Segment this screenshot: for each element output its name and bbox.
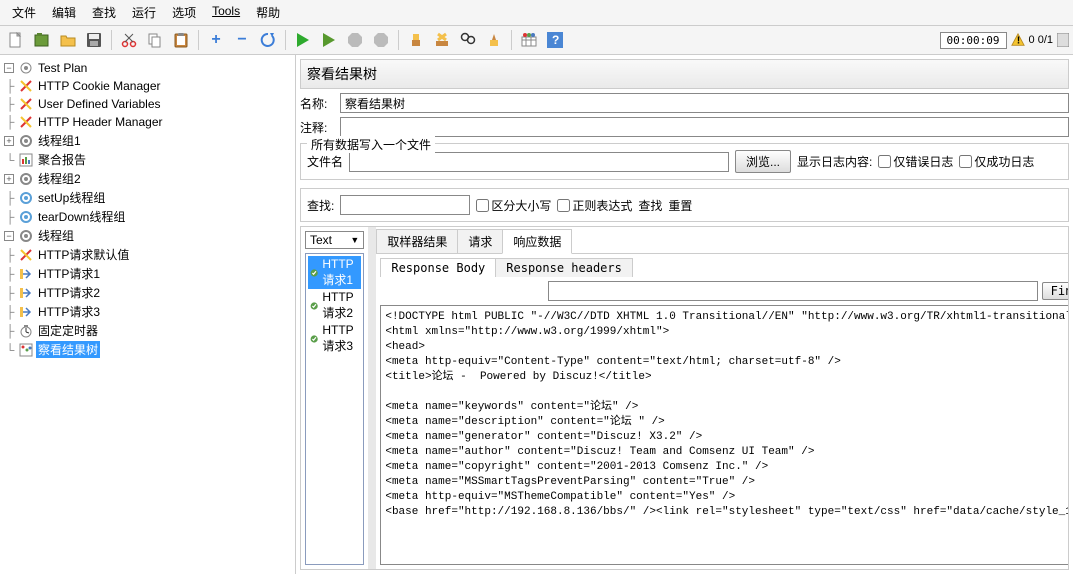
show-log-label: 显示日志内容: — [797, 153, 872, 170]
tree-root[interactable]: −Test Plan — [0, 59, 295, 77]
tab-sampler-result[interactable]: 取样器结果 — [376, 229, 458, 253]
samples-pane: Text▼ HTTP请求1 HTTP请求2 HTTP请求3 — [301, 227, 372, 569]
start-no-pause-icon[interactable] — [317, 28, 341, 52]
menu-options[interactable]: 选项 — [164, 2, 204, 23]
tree-teardown[interactable]: ├tearDown线程组 — [0, 207, 295, 226]
element-panel: 察看结果树 名称: 注释: 所有数据写入一个文件 文件名 浏览... 显示日志内… — [296, 55, 1073, 574]
open-icon[interactable] — [56, 28, 80, 52]
sample-item-3[interactable]: HTTP请求3 — [308, 322, 361, 355]
comment-label: 注释: — [300, 119, 336, 136]
tree-cookie-manager[interactable]: ├HTTP Cookie Manager — [0, 77, 295, 95]
svg-text:?: ? — [552, 33, 559, 47]
find-button[interactable]: Find — [1042, 282, 1069, 300]
search-panel: 查找: 区分大小写 正则表达式 查找 重置 — [300, 188, 1069, 222]
shutdown-icon[interactable] — [369, 28, 393, 52]
tab-response-data[interactable]: 响应数据 — [502, 229, 572, 254]
tree-user-vars[interactable]: ├User Defined Variables — [0, 95, 295, 113]
stop-icon[interactable] — [343, 28, 367, 52]
elapsed-timer: 00:00:09 — [940, 32, 1007, 49]
warning-icon[interactable]: ! — [1011, 33, 1025, 47]
regex-checkbox[interactable]: 正则表达式 — [557, 197, 632, 214]
save-icon[interactable] — [82, 28, 106, 52]
copy-icon[interactable] — [143, 28, 167, 52]
tree-header-manager[interactable]: ├HTTP Header Manager — [0, 113, 295, 131]
templates-icon[interactable] — [30, 28, 54, 52]
svg-text:!: ! — [1016, 35, 1020, 47]
thread-counter: 0 0/1 — [1029, 34, 1053, 46]
comment-input[interactable] — [340, 117, 1069, 137]
filename-label: 文件名 — [307, 153, 343, 170]
tree-timer[interactable]: ├固定定时器 — [0, 321, 295, 340]
tree-http2[interactable]: ├HTTP请求2 — [0, 283, 295, 302]
tree-threadgroup[interactable]: −线程组 — [0, 226, 295, 245]
function-helper-icon[interactable] — [517, 28, 541, 52]
menu-run[interactable]: 运行 — [124, 2, 164, 23]
test-plan-tree[interactable]: −Test Plan ├HTTP Cookie Manager ├User De… — [0, 55, 296, 574]
threads-icon — [1057, 33, 1069, 47]
sample-item-2[interactable]: HTTP请求2 — [308, 289, 361, 322]
paste-icon[interactable] — [169, 28, 193, 52]
sample-list[interactable]: HTTP请求1 HTTP请求2 HTTP请求3 — [305, 253, 364, 565]
sample-item-1[interactable]: HTTP请求1 — [308, 256, 361, 289]
name-label: 名称: — [300, 95, 336, 112]
reset-search-icon[interactable] — [482, 28, 506, 52]
menu-search[interactable]: 查找 — [84, 2, 124, 23]
help-icon[interactable]: ? — [543, 28, 567, 52]
expand-icon[interactable]: + — [204, 28, 228, 52]
tree-threadgroup2[interactable]: +线程组2 — [0, 169, 295, 188]
response-body-text[interactable]: <!DOCTYPE html PUBLIC "-//W3C//DTD XHTML… — [380, 305, 1069, 565]
subtab-body[interactable]: Response Body — [380, 258, 496, 277]
start-icon[interactable] — [291, 28, 315, 52]
subtab-headers[interactable]: Response headers — [495, 258, 633, 277]
tree-threadgroup1[interactable]: +线程组1 — [0, 131, 295, 150]
menu-bar: 文件 编辑 查找 运行 选项 Tools 帮助 — [0, 0, 1073, 26]
case-checkbox[interactable]: 区分大小写 — [476, 197, 551, 214]
clear-all-icon[interactable] — [430, 28, 454, 52]
menu-file[interactable]: 文件 — [4, 2, 44, 23]
clear-icon[interactable] — [404, 28, 428, 52]
filename-input[interactable] — [349, 152, 729, 172]
tree-http-defaults[interactable]: ├HTTP请求默认值 — [0, 245, 295, 264]
name-input[interactable] — [340, 93, 1069, 113]
collapse-icon[interactable]: − — [230, 28, 254, 52]
tree-results-tree[interactable]: └察看结果树 — [0, 340, 295, 359]
new-file-icon[interactable] — [4, 28, 28, 52]
menu-edit[interactable]: 编辑 — [44, 2, 84, 23]
panel-title: 察看结果树 — [300, 59, 1069, 89]
browse-button[interactable]: 浏览... — [735, 150, 791, 173]
reset-button[interactable]: 重置 — [668, 197, 692, 214]
search-label: 查找: — [307, 197, 334, 214]
tree-http1[interactable]: ├HTTP请求1 — [0, 264, 295, 283]
toolbar: + − ? 00:00:09 ! 0 0/1 — [0, 26, 1073, 55]
search-input[interactable] — [340, 195, 470, 215]
tree-aggregate[interactable]: └聚合报告 — [0, 150, 295, 169]
tree-setup[interactable]: ├setUp线程组 — [0, 188, 295, 207]
menu-help[interactable]: 帮助 — [248, 2, 288, 23]
cut-icon[interactable] — [117, 28, 141, 52]
menu-tools[interactable]: Tools — [204, 2, 248, 23]
result-detail-pane: 取样器结果 请求 响应数据 Response Body Response hea… — [372, 227, 1069, 569]
file-output-group: 所有数据写入一个文件 文件名 浏览... 显示日志内容: 仅错误日志 仅成功日志 — [300, 143, 1069, 180]
toggle-icon[interactable] — [256, 28, 280, 52]
renderer-combo[interactable]: Text▼ — [305, 231, 364, 249]
tree-http3[interactable]: ├HTTP请求3 — [0, 302, 295, 321]
tab-request[interactable]: 请求 — [457, 229, 503, 253]
only-success-checkbox[interactable]: 仅成功日志 — [959, 153, 1034, 170]
search-icon[interactable] — [456, 28, 480, 52]
find-input[interactable] — [548, 281, 1038, 301]
search-button[interactable]: 查找 — [638, 197, 662, 214]
only-errors-checkbox[interactable]: 仅错误日志 — [878, 153, 953, 170]
file-legend: 所有数据写入一个文件 — [307, 136, 435, 153]
